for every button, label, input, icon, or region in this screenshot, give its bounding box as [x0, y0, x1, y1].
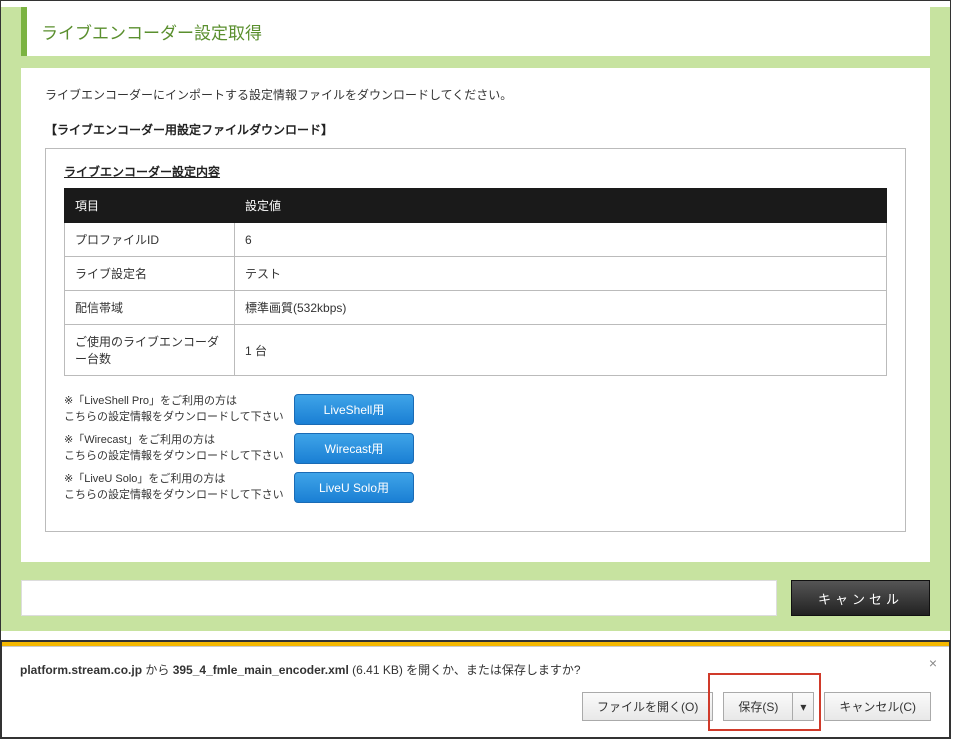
download-message: platform.stream.co.jp から 395_4_fmle_main…: [20, 661, 931, 678]
row-value: 6: [235, 223, 887, 257]
download-note: ※「LiveShell Pro」をご利用の方は こちらの設定情報をダウンロードし…: [64, 394, 294, 425]
table-row: ライブ設定名 テスト: [65, 257, 887, 291]
download-bar-wrap: × platform.stream.co.jp から 395_4_fmle_ma…: [1, 640, 950, 738]
wirecast-download-button[interactable]: Wirecast用: [294, 433, 414, 464]
download-notification-bar: × platform.stream.co.jp から 395_4_fmle_ma…: [2, 646, 949, 737]
download-tail: を開くか、または保存しますか?: [406, 663, 580, 677]
save-button[interactable]: 保存(S): [723, 692, 792, 721]
row-label: ご使用のライブエンコーダー台数: [65, 325, 235, 376]
close-icon[interactable]: ×: [929, 655, 937, 671]
download-row-liveu: ※「LiveU Solo」をご利用の方は こちらの設定情報をダウンロードして下さ…: [64, 472, 887, 503]
chevron-down-icon: ▾: [800, 700, 806, 714]
liveu-solo-download-button[interactable]: LiveU Solo用: [294, 472, 414, 503]
intro-text: ライブエンコーダーにインポートする設定情報ファイルをダウンロードしてください。: [45, 86, 906, 103]
download-note: ※「LiveU Solo」をご利用の方は こちらの設定情報をダウンロードして下さ…: [64, 472, 294, 503]
download-row-liveshell: ※「LiveShell Pro」をご利用の方は こちらの設定情報をダウンロードし…: [64, 394, 887, 425]
table-header-value: 設定値: [235, 189, 887, 223]
save-button-group: 保存(S) ▾: [723, 692, 814, 721]
footer-spacer: [21, 580, 777, 616]
download-from: から: [142, 663, 173, 677]
row-value: テスト: [235, 257, 887, 291]
download-size: (6.41 KB): [349, 663, 406, 677]
download-actions: ファイルを開く(O) 保存(S) ▾ キャンセル(C): [20, 692, 931, 721]
settings-table: 項目 設定値 プロファイルID 6 ライブ設定名 テスト 配信帯域: [64, 188, 887, 376]
table-row: プロファイルID 6: [65, 223, 887, 257]
cancel-download-button[interactable]: キャンセル(C): [824, 692, 931, 721]
open-file-button[interactable]: ファイルを開く(O): [582, 692, 713, 721]
row-value: 1 台: [235, 325, 887, 376]
footer-row: キャンセル: [21, 580, 930, 616]
cancel-button[interactable]: キャンセル: [791, 580, 930, 616]
liveshell-download-button[interactable]: LiveShell用: [294, 394, 414, 425]
config-box: ライブエンコーダー設定内容 項目 設定値 プロファイルID 6 ライブ設定名: [45, 148, 906, 532]
content-panel: ライブエンコーダーにインポートする設定情報ファイルをダウンロードしてください。 …: [21, 68, 930, 562]
row-value: 標準画質(532kbps): [235, 291, 887, 325]
table-row: 配信帯域 標準画質(532kbps): [65, 291, 887, 325]
page-header: ライブエンコーダー設定取得: [21, 7, 930, 56]
page-title: ライブエンコーダー設定取得: [41, 19, 916, 44]
save-dropdown-button[interactable]: ▾: [792, 692, 814, 721]
download-note: ※「Wirecast」をご利用の方は こちらの設定情報をダウンロードして下さい: [64, 433, 294, 464]
download-domain: platform.stream.co.jp: [20, 663, 142, 677]
row-label: プロファイルID: [65, 223, 235, 257]
download-filename: 395_4_fmle_main_encoder.xml: [173, 663, 349, 677]
row-label: ライブ設定名: [65, 257, 235, 291]
table-row: ご使用のライブエンコーダー台数 1 台: [65, 325, 887, 376]
row-label: 配信帯域: [65, 291, 235, 325]
download-row-wirecast: ※「Wirecast」をご利用の方は こちらの設定情報をダウンロードして下さい …: [64, 433, 887, 464]
section-heading: 【ライブエンコーダー用設定ファイルダウンロード】: [45, 121, 906, 138]
table-header-item: 項目: [65, 189, 235, 223]
sub-heading: ライブエンコーダー設定内容: [64, 163, 887, 180]
